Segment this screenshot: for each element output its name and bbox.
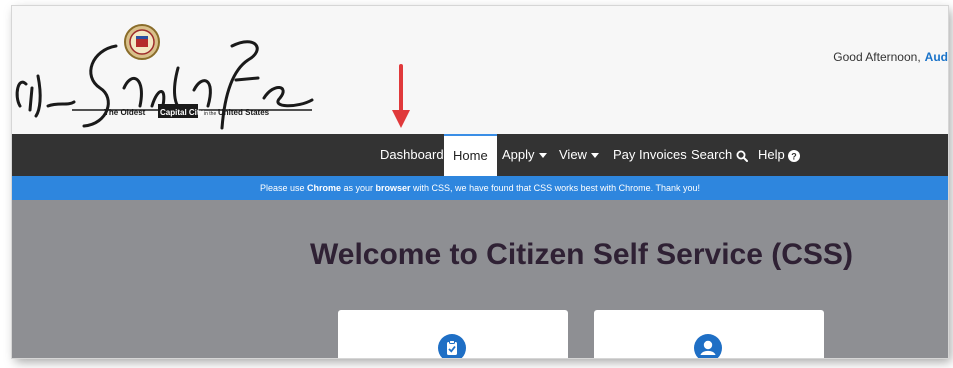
nav-pay-invoices[interactable]: Pay Invoices <box>613 134 687 176</box>
browser-notice-banner: Please use Chrome as your browser with C… <box>12 176 948 200</box>
main-nav: Dashboard Home Apply View Pay Invoices S… <box>12 134 948 176</box>
caret-down-icon <box>538 152 547 158</box>
nav-dashboard[interactable]: Dashboard <box>380 134 444 176</box>
banner-text: with CSS, we have found that CSS works b… <box>410 183 701 193</box>
nav-label: Apply <box>502 147 535 162</box>
nav-label: Help <box>758 147 785 162</box>
service-card[interactable] <box>594 310 824 358</box>
user-greeting: Good Afternoon, Aud <box>833 50 948 64</box>
logo-tagline-1: The Oldest <box>104 108 146 117</box>
nav-label: Home <box>453 148 488 163</box>
banner-bold-browser: browser <box>375 183 411 193</box>
logo-tagline-2: Capital City <box>160 108 205 117</box>
nav-label: View <box>559 147 587 162</box>
user-name-link[interactable]: Aud <box>925 50 948 64</box>
nav-view[interactable]: View <box>559 134 599 176</box>
browser-page: The Oldest Capital City in the United St… <box>12 6 948 358</box>
city-logo[interactable]: The Oldest Capital City in the United St… <box>12 6 352 134</box>
logo-tagline-4: United States <box>218 108 270 117</box>
red-arrow-icon <box>392 64 410 128</box>
svg-text:?: ? <box>792 151 798 161</box>
welcome-title: Welcome to Citizen Self Service (CSS) <box>310 238 853 271</box>
caret-down-icon <box>590 152 599 158</box>
main-content: Welcome to Citizen Self Service (CSS) <box>12 200 948 358</box>
nav-help[interactable]: Help ? <box>758 134 801 176</box>
nav-label: Dashboard <box>380 147 444 162</box>
banner-text: Please use <box>259 183 307 193</box>
nav-apply[interactable]: Apply <box>502 134 547 176</box>
nav-label: Search <box>691 147 733 162</box>
city-seal-icon <box>124 24 160 60</box>
greeting-text: Good Afternoon, <box>833 50 921 64</box>
help-icon: ? <box>788 149 801 162</box>
nav-home[interactable]: Home <box>444 134 497 176</box>
user-icon <box>694 334 722 358</box>
nav-label: Pay Invoices <box>613 147 687 162</box>
site-header: The Oldest Capital City in the United St… <box>12 6 948 134</box>
service-card[interactable] <box>338 310 568 358</box>
logo-tagline-3: in the <box>204 111 216 117</box>
clipboard-check-icon <box>438 334 466 358</box>
banner-bold-chrome: Chrome <box>307 183 342 193</box>
banner-text: as your <box>341 183 376 193</box>
nav-search[interactable]: Search <box>691 134 748 176</box>
search-icon <box>736 150 748 162</box>
